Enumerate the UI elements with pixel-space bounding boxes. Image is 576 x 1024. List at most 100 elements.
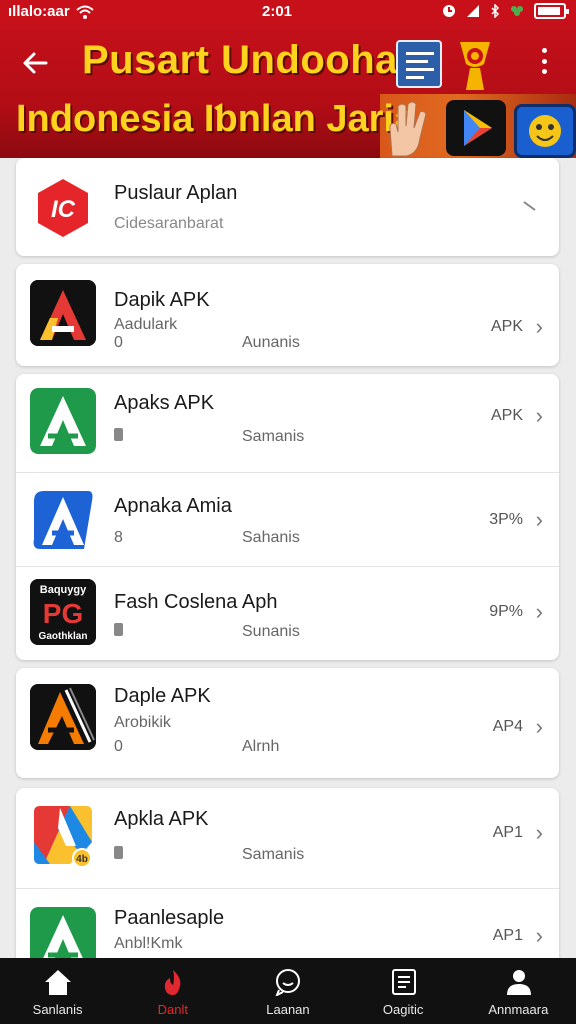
flame-icon <box>165 970 181 995</box>
hand-icon <box>389 101 427 157</box>
chevron-right-icon: › <box>535 820 543 845</box>
nav-label: Annmaara <box>488 1002 549 1017</box>
app-meta <box>114 428 123 441</box>
trash-icon <box>114 846 123 859</box>
app-subtitle: Anbl!Kmk <box>114 935 183 952</box>
app-name: Dapik APK <box>114 289 210 311</box>
app-status: Alrnh <box>242 738 280 755</box>
app-subtitle: Arobikik <box>114 714 171 731</box>
bottom-navigation: Sanlanis Danlt Laanan Oagitic Annmaara <box>0 958 576 1024</box>
battery-icon <box>534 3 569 19</box>
app-row[interactable]: 4b Apkla APK Samanis AP1 › <box>16 788 559 888</box>
app-icon <box>30 684 96 750</box>
collapse-icon[interactable] <box>521 196 539 214</box>
app-badge: APK <box>490 407 523 424</box>
app-meta: 0 <box>114 738 123 755</box>
trash-icon <box>114 623 123 636</box>
app-icon: Baquygy PG Gaothklan <box>30 579 96 645</box>
home-icon <box>45 970 71 995</box>
header-banner: Pusart Undoohan Indonesia Iƅnlan Jaria <box>0 24 576 158</box>
app-name: Fash Coslena Aph <box>114 591 278 613</box>
chevron-right-icon: › <box>535 599 543 624</box>
nav-item-home[interactable]: Sanlanis <box>0 958 115 1024</box>
app-name: Paanlesaple <box>114 907 225 929</box>
app-badge: 3P% <box>489 511 523 528</box>
back-arrow-icon[interactable] <box>18 46 52 80</box>
app-badge: AP1 <box>492 927 523 944</box>
app-meta <box>114 623 123 636</box>
app-badge: 9P% <box>489 603 523 620</box>
chat-icon <box>275 969 301 996</box>
alarm-icon <box>443 5 455 17</box>
list-icon <box>391 969 416 995</box>
signal-icon <box>467 5 479 17</box>
app-status: Samanis <box>242 428 305 445</box>
status-time: 2:01 <box>262 3 293 20</box>
nav-item-trending[interactable]: Danlt <box>115 958 230 1024</box>
chevron-right-icon: › <box>535 403 543 428</box>
featured-name: Puslaur Aplan <box>114 182 238 204</box>
featured-app-icon: IC <box>30 175 96 241</box>
nav-item-profile[interactable]: Annmaara <box>461 958 576 1024</box>
app-status: Samanis <box>242 846 305 863</box>
status-left: ıllalo:aar <box>8 3 94 20</box>
app-card: Daple APK Arobikik 0 Alrnh AP4 › <box>16 668 559 778</box>
app-row[interactable]: Apaks APK Samanis APK › <box>16 374 559 472</box>
status-bar: ıllalo:aar 2:01 <box>0 0 576 24</box>
app-subtitle: Aadulark <box>114 316 178 333</box>
app-meta <box>114 846 123 859</box>
app-status: Aunanis <box>242 334 300 351</box>
document-icon <box>396 40 442 88</box>
clover-icon <box>511 6 523 16</box>
app-status: Sunanis <box>242 623 300 640</box>
app-name: Apnaka Amia <box>114 495 232 517</box>
nav-item-list[interactable]: Oagitic <box>346 958 461 1024</box>
chevron-right-icon: › <box>535 507 543 532</box>
app-badge: AP4 <box>492 718 523 735</box>
app-row[interactable]: Baquygy PG Gaothklan Fash Coslena Aph Su… <box>16 566 559 660</box>
app-card: Dapik APK Aadulark 0 Aunanis APK › <box>16 264 559 366</box>
more-options-icon[interactable] <box>536 44 552 78</box>
app-icon: 4b <box>30 802 96 868</box>
carrier-text: ıllalo:aar <box>8 3 70 20</box>
nav-label: Laanan <box>266 1002 310 1017</box>
emoji-phone-icon <box>514 104 576 158</box>
app-row[interactable]: Apnaka Amia 8 Sahanis 3P% › <box>16 472 559 566</box>
icon-corner-badge: 4b <box>76 854 88 865</box>
app-meta: 0 <box>114 334 123 351</box>
trash-icon <box>114 428 123 441</box>
bluetooth-icon <box>491 4 500 18</box>
app-icon <box>30 388 96 454</box>
icon-mid-text: PG <box>43 598 83 629</box>
featured-subtitle: Cidesaranbarat <box>114 215 224 232</box>
trophy-icon <box>460 42 490 90</box>
status-right <box>442 3 569 19</box>
app-icon <box>30 280 96 346</box>
app-card: Apaks APK Samanis APK › Apnaka Amia 8 Sa… <box>16 374 559 660</box>
featured-icon-text: IC <box>51 196 76 223</box>
play-store-icon <box>446 100 506 156</box>
nav-label: Sanlanis <box>32 1002 83 1017</box>
app-name: Daple APK <box>114 685 211 707</box>
icon-bottom-text: Gaothklan <box>39 631 88 642</box>
wifi-icon <box>76 5 94 19</box>
app-status: Sahanis <box>242 529 300 546</box>
app-meta: 8 <box>114 529 123 546</box>
app-badge: APK <box>490 318 523 335</box>
icon-top-text: Baquygy <box>40 584 87 596</box>
chevron-right-icon: › <box>535 714 543 739</box>
page-title-line2: Indonesia Iƅnlan Jaria <box>16 98 416 140</box>
chevron-right-icon: › <box>535 923 543 948</box>
app-badge: AP1 <box>492 824 523 841</box>
app-name: Apaks APK <box>114 392 215 414</box>
app-row[interactable]: Dapik APK Aadulark 0 Aunanis APK › <box>16 264 559 366</box>
chevron-right-icon: › <box>535 314 543 339</box>
app-row[interactable]: Daple APK Arobikik 0 Alrnh AP4 › <box>16 668 559 778</box>
profile-icon <box>506 970 531 995</box>
featured-card[interactable]: IC Puslaur Aplan Cidesaranbarat <box>16 158 559 256</box>
page-title-line1: Pusart Undoohan <box>82 38 423 82</box>
app-icon <box>30 487 96 553</box>
nav-item-chat[interactable]: Laanan <box>230 958 345 1024</box>
app-name: Apkla APK <box>114 808 209 830</box>
nav-label: Oagitic <box>382 1002 424 1017</box>
